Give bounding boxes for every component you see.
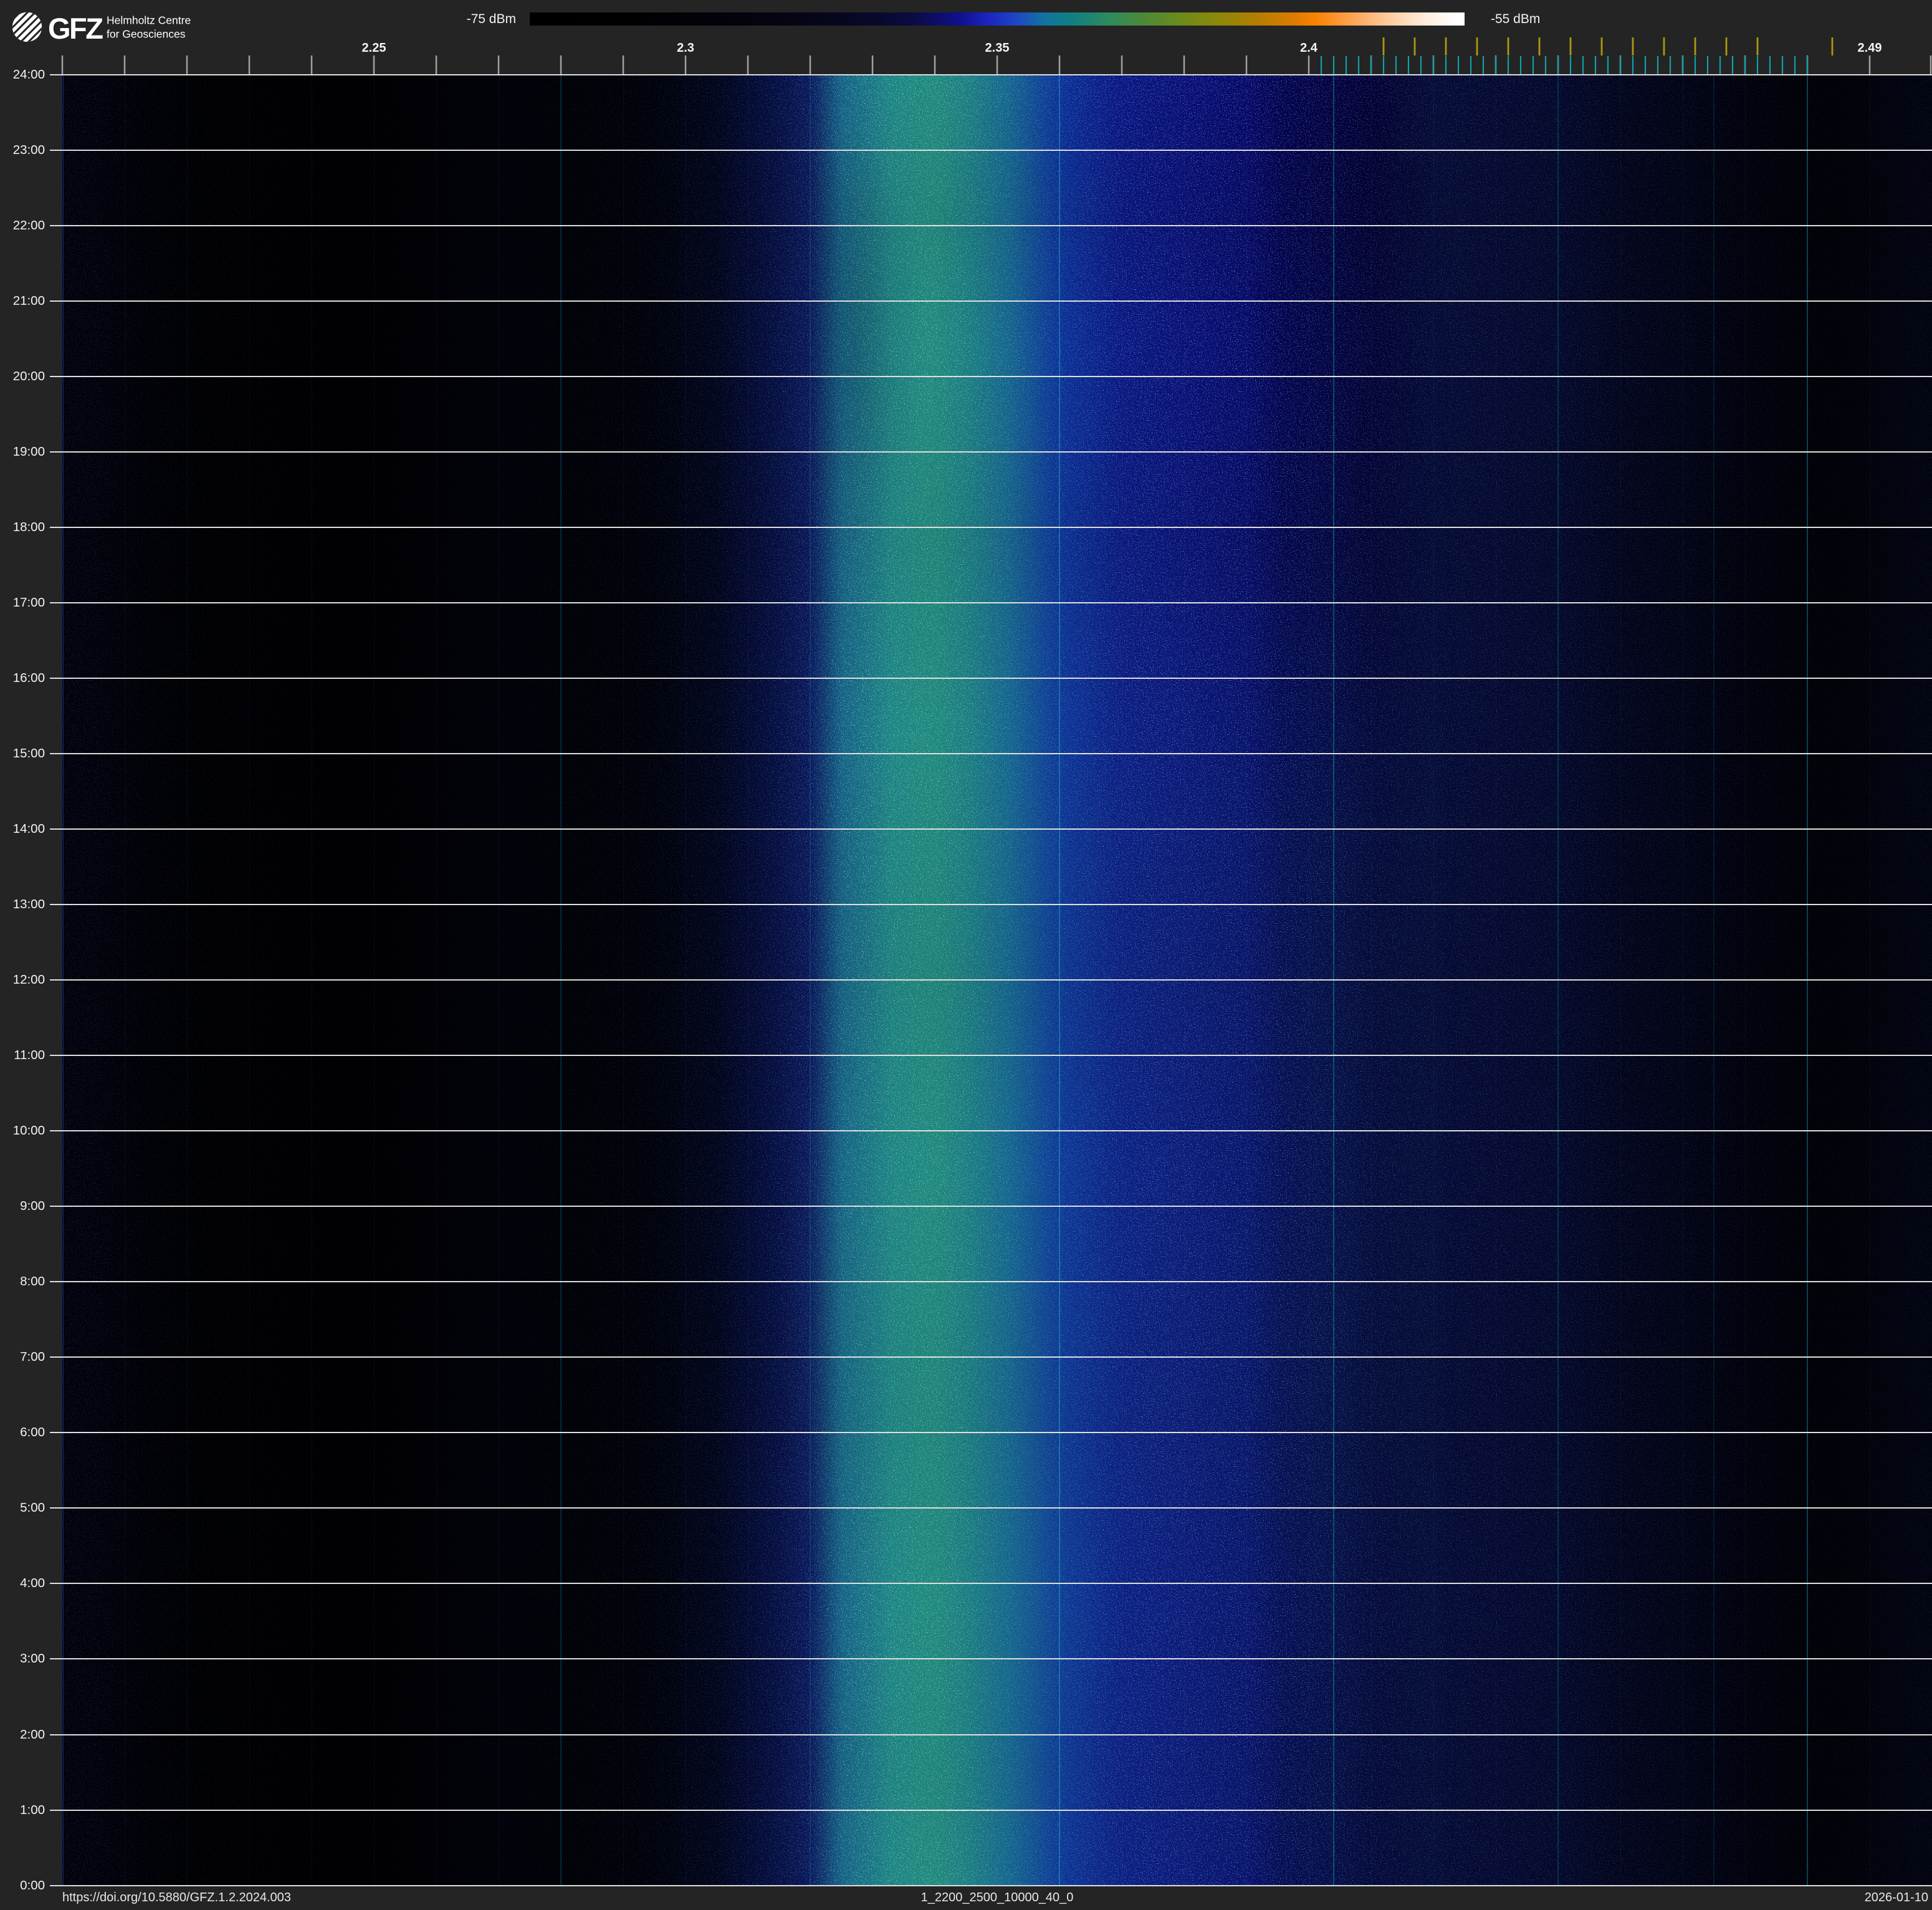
svg-text:Helmholtz Centre: Helmholtz Centre (107, 14, 191, 27)
svg-text:for Geosciences: for Geosciences (107, 28, 186, 41)
svg-text:GFZ: GFZ (48, 12, 103, 45)
